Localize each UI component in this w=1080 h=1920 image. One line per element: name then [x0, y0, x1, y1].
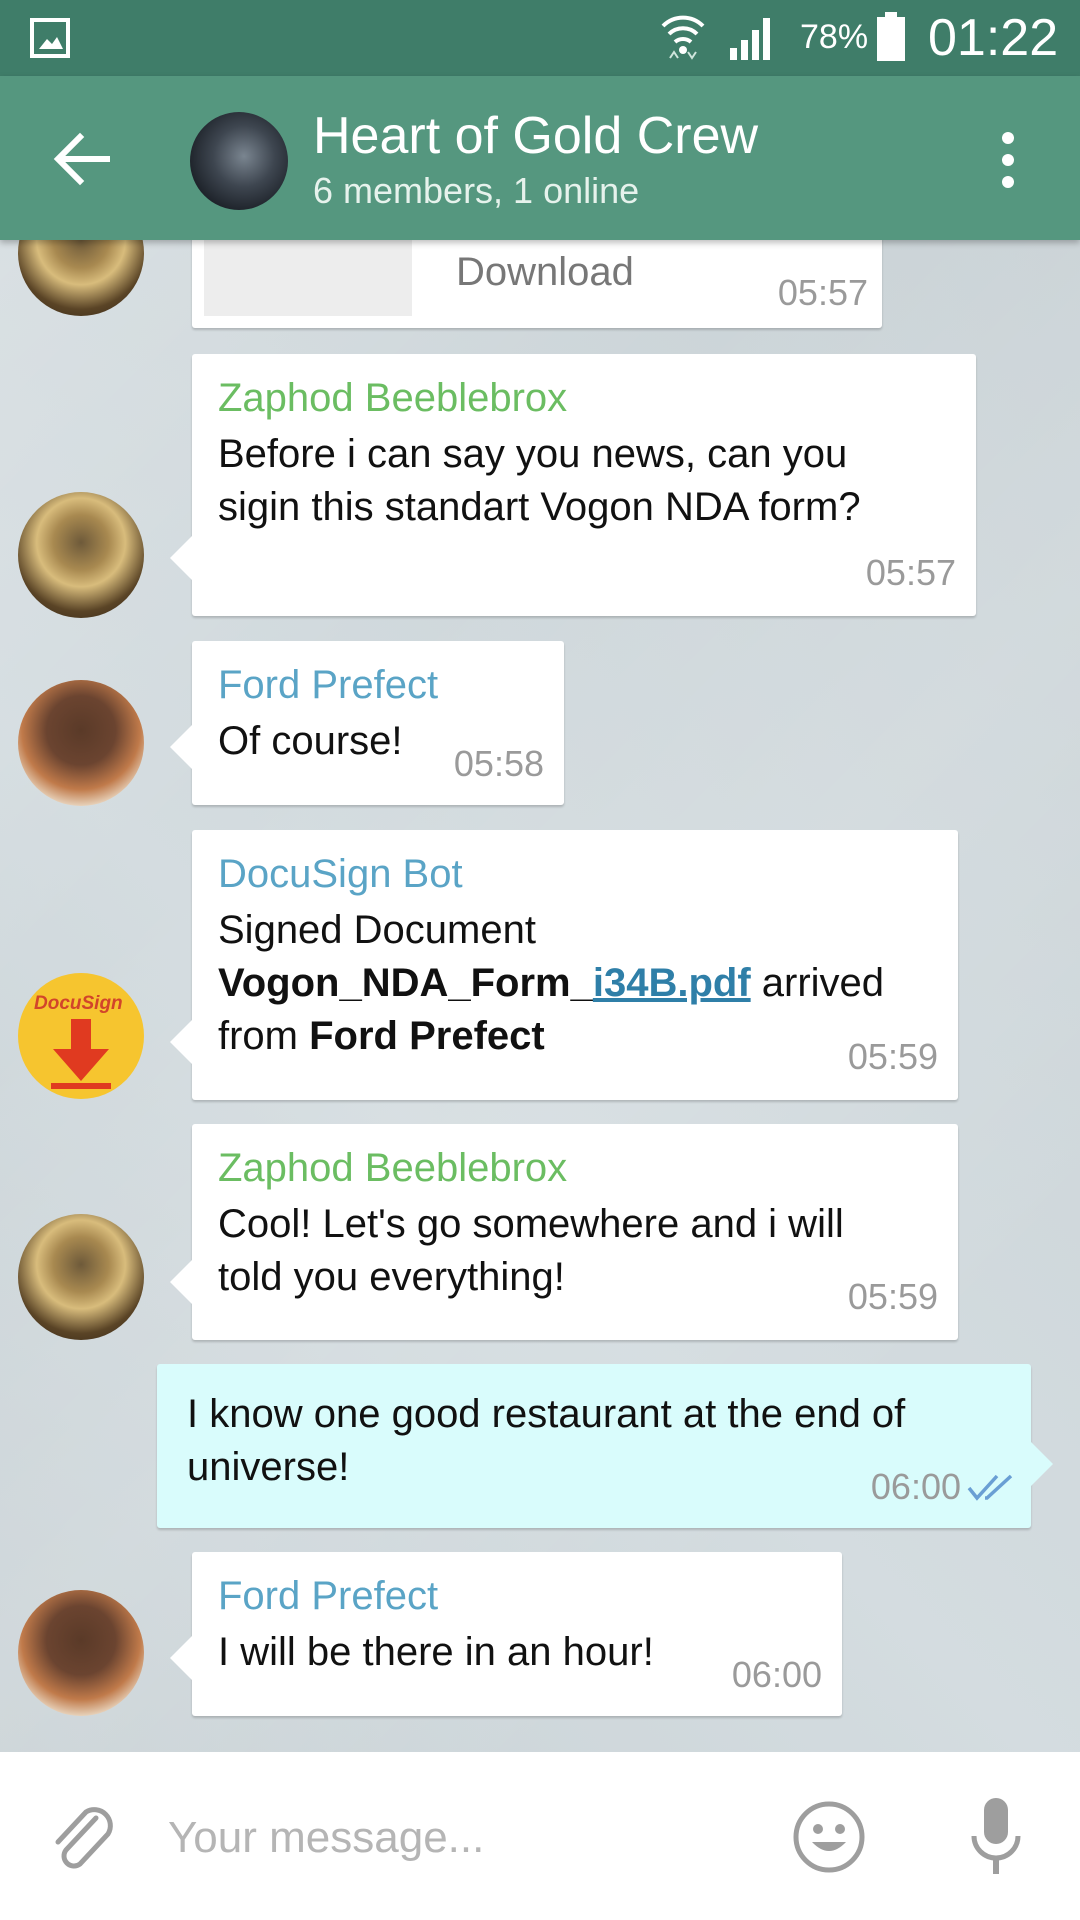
message-bubble[interactable]: Zaphod Beeblebrox Cool! Let's go somewhe…	[170, 1124, 958, 1340]
message-time: 05:59	[847, 1276, 938, 1317]
message-text: I will be there in an hour!	[218, 1630, 654, 1674]
back-arrow-icon[interactable]	[52, 132, 110, 186]
avatar-zaphod[interactable]	[18, 240, 144, 316]
from-name: Ford Prefect	[309, 1014, 545, 1058]
message-text: I know one good restaurant at the end of…	[187, 1392, 906, 1489]
image-icon	[30, 18, 70, 58]
message-bubble[interactable]: Zaphod Beeblebrox Before i can say you n…	[170, 354, 976, 616]
battery-percent: 78%	[800, 18, 869, 56]
file-link[interactable]: i34B.pdf	[593, 961, 751, 1005]
battery-icon	[877, 12, 905, 61]
message-text: Before i can say you news, can you sigin…	[218, 432, 861, 529]
outgoing-message-bubble[interactable]: I know one good restaurant at the end of…	[157, 1364, 1053, 1528]
download-arrow-icon	[51, 1019, 111, 1089]
message-text: Of course!	[218, 719, 403, 763]
sender-name[interactable]: DocuSign Bot	[218, 852, 463, 897]
status-bar: 78% 01:22	[0, 0, 1080, 76]
message-text: Cool! Let's go somewhere and i will told…	[218, 1202, 844, 1299]
avatar-zaphod[interactable]	[18, 492, 144, 618]
double-check-icon	[967, 1474, 1013, 1501]
message-list[interactable]: Download 05:57 Zaphod Beeblebrox Before …	[0, 240, 1080, 1752]
avatar-ford[interactable]	[18, 680, 144, 806]
chat-title[interactable]: Heart of Gold Crew	[313, 106, 758, 166]
avatar-zaphod[interactable]	[18, 1214, 144, 1340]
message-time: 05:57	[865, 552, 956, 593]
download-link[interactable]: Download	[456, 250, 634, 295]
sender-name[interactable]: Zaphod Beeblebrox	[218, 1146, 567, 1191]
message-time: 05:57	[777, 272, 868, 313]
message-time: 05:59	[847, 1036, 938, 1077]
sender-name[interactable]: Ford Prefect	[218, 1574, 438, 1619]
message-text: Signed Document Vogon_NDA_Form_i34B.pdf …	[218, 908, 885, 1058]
message-time: 06:00	[731, 1654, 822, 1695]
sender-name[interactable]: Ford Prefect	[218, 663, 438, 708]
avatar-ford[interactable]	[18, 1590, 144, 1716]
wifi-icon	[661, 15, 705, 60]
message-bubble[interactable]: DocuSign Bot Signed Document Vogon_NDA_F…	[170, 830, 958, 1100]
clock: 01:22	[928, 9, 1059, 67]
message-time: 06:00	[870, 1466, 961, 1507]
group-avatar[interactable]	[190, 112, 288, 210]
mic-icon[interactable]	[966, 1796, 1026, 1882]
emoji-icon[interactable]	[792, 1800, 866, 1874]
message-bubble[interactable]: Ford Prefect I will be there in an hour!…	[170, 1552, 842, 1716]
message-composer	[0, 1752, 1080, 1920]
message-time: 05:58	[453, 743, 544, 784]
message-input[interactable]	[168, 1810, 768, 1866]
more-vert-icon[interactable]	[996, 130, 1020, 190]
sender-name[interactable]: Zaphod Beeblebrox	[218, 376, 567, 421]
message-bubble[interactable]: Ford Prefect Of course! 05:58	[170, 641, 564, 805]
avatar-docusign[interactable]: DocuSign	[18, 973, 144, 1099]
file-thumbnail	[204, 240, 412, 316]
chat-header: Heart of Gold Crew 6 members, 1 online	[0, 76, 1080, 240]
file-message[interactable]: Download 05:57	[192, 240, 882, 328]
docusign-logo-text: DocuSign	[34, 993, 123, 1014]
chat-subtitle: 6 members, 1 online	[313, 170, 640, 211]
paperclip-icon[interactable]	[50, 1802, 120, 1878]
signal-icon	[730, 18, 770, 60]
file-name: Vogon_NDA_Form_	[218, 961, 593, 1005]
